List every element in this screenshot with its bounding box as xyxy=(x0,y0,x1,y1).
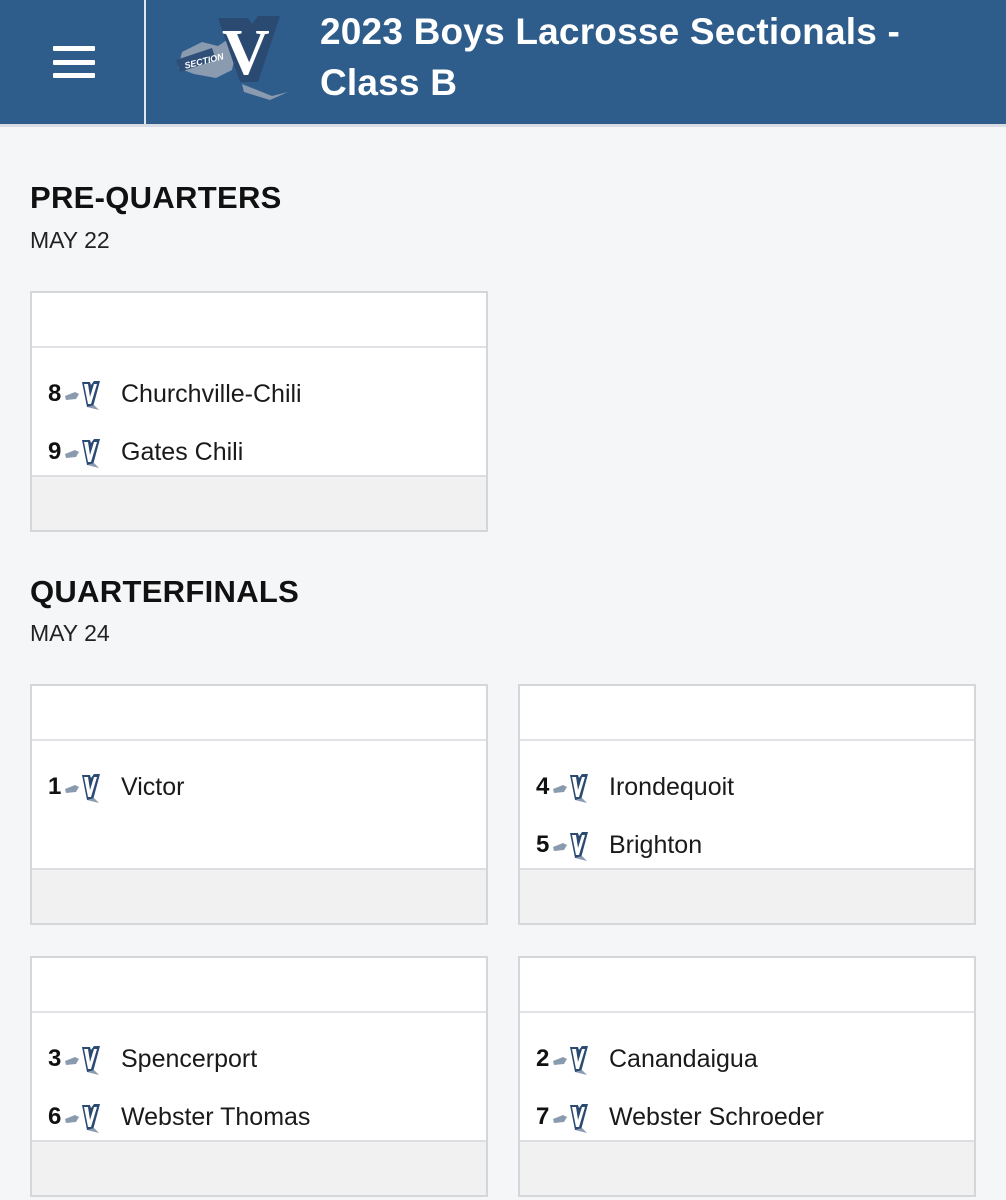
team-logo-icon xyxy=(65,1046,100,1075)
team-seed: 3 xyxy=(48,1045,62,1072)
team-row[interactable]: 4 Irondequoit xyxy=(520,758,974,816)
team-seed: 1 xyxy=(48,773,62,800)
team-seed: 2 xyxy=(536,1045,550,1072)
game-card[interactable]: 3 Spencerport 6 Webster Thomas xyxy=(30,956,488,1197)
team-row[interactable]: 7 Webster Schroeder xyxy=(520,1088,974,1146)
team-seed: 9 xyxy=(48,438,62,465)
team-name: Gates Chili xyxy=(121,437,244,466)
logo-letter: V xyxy=(222,16,270,89)
game-card-footer xyxy=(520,1140,974,1195)
team-row[interactable]: 6 Webster Thomas xyxy=(32,1088,486,1146)
game-card-header xyxy=(32,686,486,741)
game-card-footer xyxy=(32,868,486,923)
menu-button[interactable] xyxy=(4,0,144,124)
team-logo-icon xyxy=(553,1046,588,1075)
section-v-logo-icon: SECTION V xyxy=(176,16,288,100)
team-row[interactable]: 8 Churchville-Chili xyxy=(32,365,486,423)
team-name: Webster Thomas xyxy=(121,1102,311,1131)
team-seed: 6 xyxy=(48,1103,62,1130)
round-date: MAY 22 xyxy=(30,227,110,253)
team-row[interactable]: 2 Canandaigua xyxy=(520,1030,974,1088)
team-logo-icon xyxy=(65,1104,100,1133)
team-row[interactable]: 5 Brighton xyxy=(520,816,974,874)
game-card-header xyxy=(32,293,486,348)
team-name: Victor xyxy=(121,772,185,801)
game-card-footer xyxy=(32,475,486,530)
team-row[interactable]: 9 Gates Chili xyxy=(32,423,486,481)
hamburger-menu-icon xyxy=(53,46,95,78)
team-name: Webster Schroeder xyxy=(609,1102,824,1131)
game-card-header xyxy=(520,958,974,1013)
team-logo-icon xyxy=(553,1104,588,1133)
team-name: Spencerport xyxy=(121,1044,258,1073)
team-name: Churchville-Chili xyxy=(121,379,302,408)
game-card[interactable]: 1 Victor xyxy=(30,684,488,925)
page-title: 2023 Boys Lacrosse Sectionals - Class B xyxy=(320,6,1000,108)
game-card-teams: 1 Victor xyxy=(32,741,486,868)
team-seed: 8 xyxy=(48,380,62,407)
game-card-footer xyxy=(520,868,974,923)
game-card-header xyxy=(32,958,486,1013)
team-logo-icon xyxy=(65,381,100,410)
game-card[interactable]: 2 Canandaigua 7 Webster Schroeder xyxy=(518,956,976,1197)
round-date: MAY 24 xyxy=(30,620,110,646)
team-name: Irondequoit xyxy=(609,772,735,801)
game-card-teams: 4 Irondequoit 5 Brighton xyxy=(520,741,974,868)
team-logo-icon xyxy=(65,774,100,803)
team-logo-icon xyxy=(553,774,588,803)
game-card-teams: 2 Canandaigua 7 Webster Schroeder xyxy=(520,1013,974,1140)
game-card-footer xyxy=(32,1140,486,1195)
game-card[interactable]: 8 Churchville-Chili 9 Gates Chili xyxy=(30,291,488,532)
game-card[interactable]: 4 Irondequoit 5 Brighton xyxy=(518,684,976,925)
team-logo-icon xyxy=(65,439,100,468)
team-seed: 7 xyxy=(536,1103,550,1130)
game-card-header xyxy=(520,686,974,741)
page-title-line-1: 2023 Boys Lacrosse Sectionals - xyxy=(320,11,900,52)
page-title-line-2: Class B xyxy=(320,62,458,103)
round-title: PRE-QUARTERS xyxy=(30,180,282,215)
header-shadow xyxy=(0,124,1006,127)
team-name: Brighton xyxy=(609,830,703,859)
game-card-teams: 3 Spencerport 6 Webster Thomas xyxy=(32,1013,486,1140)
team-seed: 4 xyxy=(536,773,550,800)
team-logo-icon xyxy=(553,832,588,861)
header-divider xyxy=(144,0,146,124)
game-card-teams: 8 Churchville-Chili 9 Gates Chili xyxy=(32,348,486,475)
team-row[interactable]: 1 Victor xyxy=(32,758,486,816)
team-row[interactable]: 3 Spencerport xyxy=(32,1030,486,1088)
app-header: SECTION V 2023 Boys Lacrosse Sectionals … xyxy=(0,0,1006,127)
team-seed: 5 xyxy=(536,831,550,858)
team-name: Canandaigua xyxy=(609,1044,758,1073)
round-title: QUARTERFINALS xyxy=(30,574,300,609)
